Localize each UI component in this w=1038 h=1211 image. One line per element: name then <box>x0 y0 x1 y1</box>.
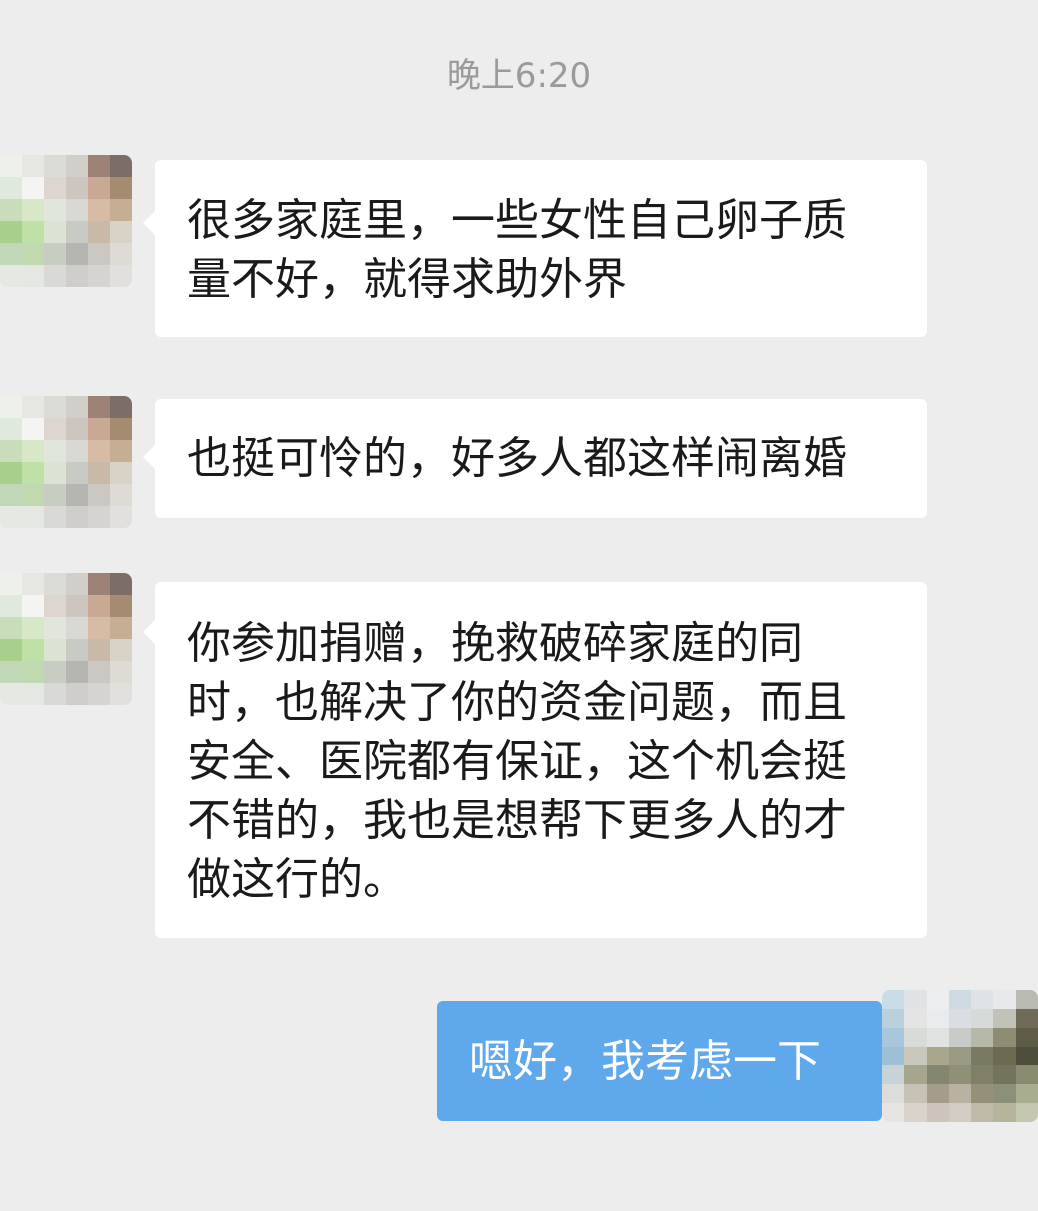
self-avatar[interactable] <box>882 990 1038 1122</box>
message-bubble[interactable]: 也挺可怜的，好多人都这样闹离婚 <box>143 399 927 518</box>
message-text-line: 你参加捐赠，挽救破碎家庭的同 <box>187 618 803 669</box>
message-text-line: 做这行的。 <box>187 854 407 905</box>
message-text-line: 不错的，我也是想帮下更多人的才 <box>187 795 847 846</box>
message-text-line: 时，也解决了你的资金问题，而且 <box>187 677 847 728</box>
message-text-line: 安全、医院都有保证，这个机会挺 <box>187 736 847 787</box>
message-text-line: 嗯好，我考虑一下 <box>469 1036 821 1087</box>
message-bubble[interactable]: 你参加捐赠，挽救破碎家庭的同 时，也解决了你的资金问题，而且 安全、医院都有保证… <box>143 582 927 938</box>
sender-avatar[interactable] <box>0 396 132 528</box>
message-text-line: 很多家庭里，一些女性自己卵子质 <box>187 195 847 246</box>
message-bubble[interactable]: 很多家庭里，一些女性自己卵子质 量不好，就得求助外界 <box>143 160 927 337</box>
message-text-line: 量不好，就得求助外界 <box>187 254 627 305</box>
message-text-line: 也挺可怜的，好多人都这样闹离婚 <box>187 433 847 484</box>
chat-timestamp: 晚上6:20 <box>446 56 592 96</box>
message-bubble[interactable]: 嗯好，我考虑一下 <box>437 1001 894 1121</box>
sender-avatar[interactable] <box>0 573 132 705</box>
sender-avatar[interactable] <box>0 155 132 287</box>
